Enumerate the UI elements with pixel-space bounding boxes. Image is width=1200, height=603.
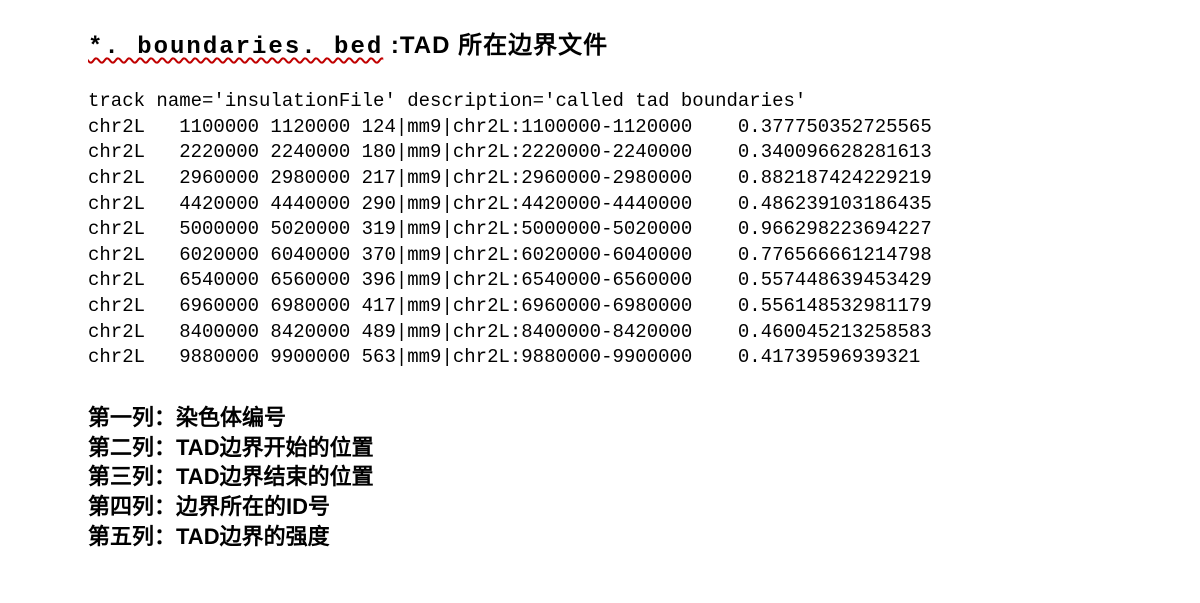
legend-col4: 第四列：边界所在的ID号 [88, 492, 1200, 522]
heading-separator: : [383, 32, 400, 59]
column-legend: 第一列：染色体编号 第二列：TAD边界开始的位置 第三列：TAD边界结束的位置 … [88, 403, 1200, 551]
legend-col2: 第二列：TAD边界开始的位置 [88, 433, 1200, 463]
bed-file-content: track name='insulationFile' description=… [88, 89, 1200, 371]
legend-col1: 第一列：染色体编号 [88, 403, 1200, 433]
heading-desc: TAD 所在边界文件 [400, 32, 608, 59]
heading-filename: *. boundaries. bed [88, 34, 383, 61]
legend-col3: 第三列：TAD边界结束的位置 [88, 462, 1200, 492]
legend-col5: 第五列：TAD边界的强度 [88, 522, 1200, 552]
page-heading: *. boundaries. bed :TAD 所在边界文件 [88, 25, 1200, 61]
